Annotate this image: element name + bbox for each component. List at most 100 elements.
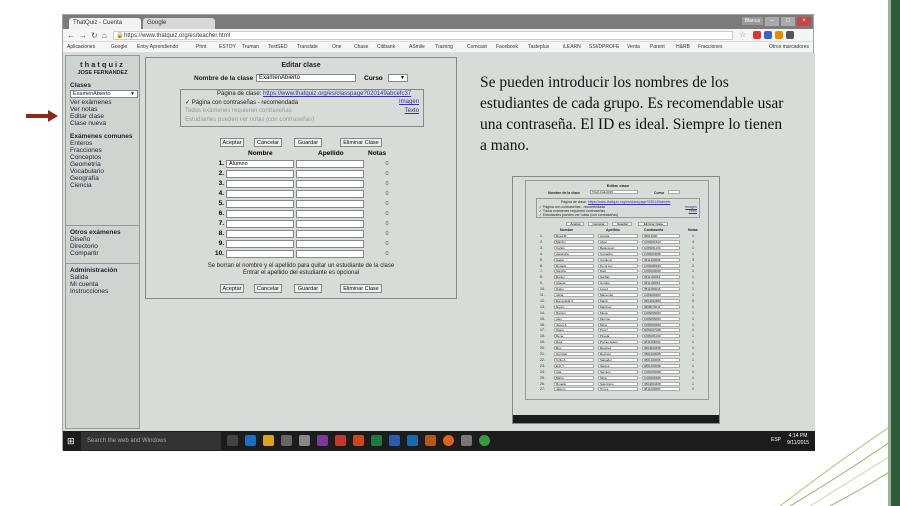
- thumb-password[interactable]: 1066004068: [642, 251, 680, 256]
- thumb-grade[interactable]: 1: [692, 358, 694, 362]
- thumb-save-button[interactable]: Guardar: [612, 222, 632, 226]
- grade-count[interactable]: 0: [382, 211, 392, 217]
- thumb-password[interactable]: 1066006689: [642, 375, 680, 380]
- thumb-password[interactable]: 1066001100: [642, 245, 680, 250]
- thumb-grade[interactable]: 1: [692, 376, 694, 380]
- thumb-first-name[interactable]: Alicia: [554, 293, 594, 297]
- thumb-first-name[interactable]: Isabel: [554, 257, 594, 262]
- thumb-grade[interactable]: 1: [692, 323, 694, 327]
- thumb-name-input[interactable]: TALK-Fall-2015: [590, 190, 638, 194]
- thumb-grade[interactable]: 3: [692, 258, 694, 262]
- thumb-last-name[interactable]: Santos: [598, 363, 638, 368]
- thumb-password[interactable]: 0801000008: [642, 352, 680, 356]
- thumb-last-name[interactable]: Mena: [598, 310, 638, 315]
- bookmark-item[interactable]: Chase: [354, 44, 368, 50]
- thumb-grade[interactable]: 1: [692, 293, 694, 297]
- tab-thatquiz[interactable]: ThatQuiz - Cuenta: [69, 18, 141, 29]
- thumb-password[interactable]: 0066007008: [642, 328, 680, 333]
- last-name-input[interactable]: [296, 250, 364, 258]
- grade-count[interactable]: 0: [382, 231, 392, 237]
- thumb-first-name[interactable]: Diane: [554, 287, 594, 292]
- thumb-first-name[interactable]: Marilyn: [554, 239, 594, 244]
- first-name-input[interactable]: [226, 180, 294, 188]
- thumb-grade[interactable]: 1: [692, 252, 694, 256]
- thumb-last-name[interactable]: Mora: [598, 322, 638, 327]
- thumb-password[interactable]: 0804092880: [642, 298, 680, 303]
- grade-count[interactable]: 0: [382, 221, 392, 227]
- thumb-page-link[interactable]: https://www.thatquiz.org/es/classpage?02…: [588, 200, 671, 204]
- bookmark-item[interactable]: Tasteplus: [528, 44, 549, 50]
- task-view-icon[interactable]: [227, 435, 238, 446]
- edge-icon[interactable]: [245, 435, 256, 446]
- reload-icon[interactable]: ↻: [91, 31, 98, 40]
- thumb-password[interactable]: 0811100061: [642, 275, 680, 280]
- last-name-input[interactable]: [296, 230, 364, 238]
- pdf-icon[interactable]: [335, 435, 346, 446]
- thumb-grade[interactable]: 1: [692, 334, 694, 338]
- thumb-last-name[interactable]: Camacho: [598, 251, 638, 256]
- bookmark-item[interactable]: Aplicaciones: [67, 44, 95, 50]
- thumb-password[interactable]: 1066001520: [642, 239, 680, 244]
- thumb-last-name[interactable]: Salvador: [598, 357, 638, 362]
- sidebar-link[interactable]: Ciencia: [70, 182, 139, 189]
- thumb-first-name[interactable]: Rosario: [554, 263, 594, 268]
- thumb-accept-button[interactable]: Aceptar: [566, 222, 584, 226]
- thumb-last-name[interactable]: Silva: [598, 375, 638, 380]
- thumb-password[interactable]: 0811000050: [642, 387, 680, 392]
- last-name-input[interactable]: [296, 160, 364, 168]
- thumb-grade[interactable]: 1: [692, 346, 694, 350]
- thumb-first-name[interactable]: Maria: [554, 375, 594, 380]
- last-name-input[interactable]: [296, 210, 364, 218]
- thumb-grade[interactable]: 2: [692, 264, 694, 268]
- bookmark-item[interactable]: ASmile: [409, 44, 425, 50]
- sidebar-link[interactable]: Geometría: [70, 161, 139, 168]
- last-name-input[interactable]: [296, 170, 364, 178]
- grade-count[interactable]: 0: [382, 171, 392, 177]
- clock[interactable]: 4:14 PM 9/11/2015: [787, 433, 809, 447]
- thumb-grade[interactable]: 1: [692, 382, 694, 386]
- bookmark-item[interactable]: Translate: [297, 44, 318, 50]
- thumb-password[interactable]: 0801000058: [642, 363, 680, 368]
- thumb-last-name[interactable]: Betancourt: [598, 245, 638, 250]
- first-name-input[interactable]: Alumno: [226, 160, 294, 168]
- thumb-first-name[interactable]: Daniel: [554, 275, 594, 280]
- class-select[interactable]: ExamenAbierto ▼: [70, 90, 138, 98]
- thumb-first-name[interactable]: Gonzalo: [554, 352, 594, 356]
- thumb-last-name[interactable]: Acosta: [598, 234, 638, 238]
- last-name-input[interactable]: [296, 190, 364, 198]
- thumb-grade[interactable]: 1: [692, 328, 694, 332]
- thumb-password[interactable]: 0811100061: [642, 281, 680, 286]
- save-button[interactable]: Guardar: [294, 138, 322, 147]
- app-icon[interactable]: [299, 435, 310, 446]
- thumb-password[interactable]: 1066006090: [642, 316, 680, 321]
- thumb-first-name[interactable]: Alex: [554, 316, 594, 321]
- text-link[interactable]: Texto: [405, 108, 419, 114]
- sidebar-link[interactable]: Geografía: [70, 175, 139, 182]
- sidebar-link[interactable]: Vocabulario: [70, 168, 139, 175]
- thumb-password[interactable]: 0804000458: [642, 346, 680, 351]
- bookmark-item[interactable]: Entry Aprendiendo: [137, 44, 178, 50]
- thumb-password[interactable]: 1066006680: [642, 322, 680, 327]
- grade-count[interactable]: 0: [382, 181, 392, 187]
- class-name-input[interactable]: ExamenAbierto: [256, 74, 356, 82]
- thumb-grade[interactable]: 4: [692, 240, 694, 244]
- minimize-icon[interactable]: –: [765, 17, 779, 26]
- language-indicator[interactable]: ESP: [771, 437, 781, 443]
- bookmark-item[interactable]: iLEARN: [563, 44, 581, 50]
- thumb-first-name[interactable]: Esmeralda V.: [554, 298, 594, 303]
- bookmark-item[interactable]: Venta: [627, 44, 640, 50]
- bookmark-item[interactable]: Citibank: [377, 44, 395, 50]
- firefox-icon[interactable]: [443, 435, 454, 446]
- option-password-page[interactable]: ✓ Página con contraseñas - recomendada: [185, 99, 298, 106]
- thumb-grade[interactable]: 1: [692, 269, 694, 273]
- taskbar-search[interactable]: Search the web and Windows: [81, 432, 221, 450]
- thumb-last-name[interactable]: Monroe: [598, 316, 638, 321]
- thumb-grade[interactable]: 1: [692, 370, 694, 374]
- bookmark-item[interactable]: TestSED: [268, 44, 287, 50]
- thumb-last-name[interactable]: Diaz: [598, 269, 638, 274]
- thumb-last-name[interactable]: Solorzano: [598, 381, 638, 386]
- thumb-password[interactable]: 0811080016: [642, 287, 680, 292]
- thumb-text-link[interactable]: Texto: [689, 209, 697, 213]
- thumb-first-name[interactable]: Sandra: [554, 269, 594, 274]
- grade-count[interactable]: 0: [382, 201, 392, 207]
